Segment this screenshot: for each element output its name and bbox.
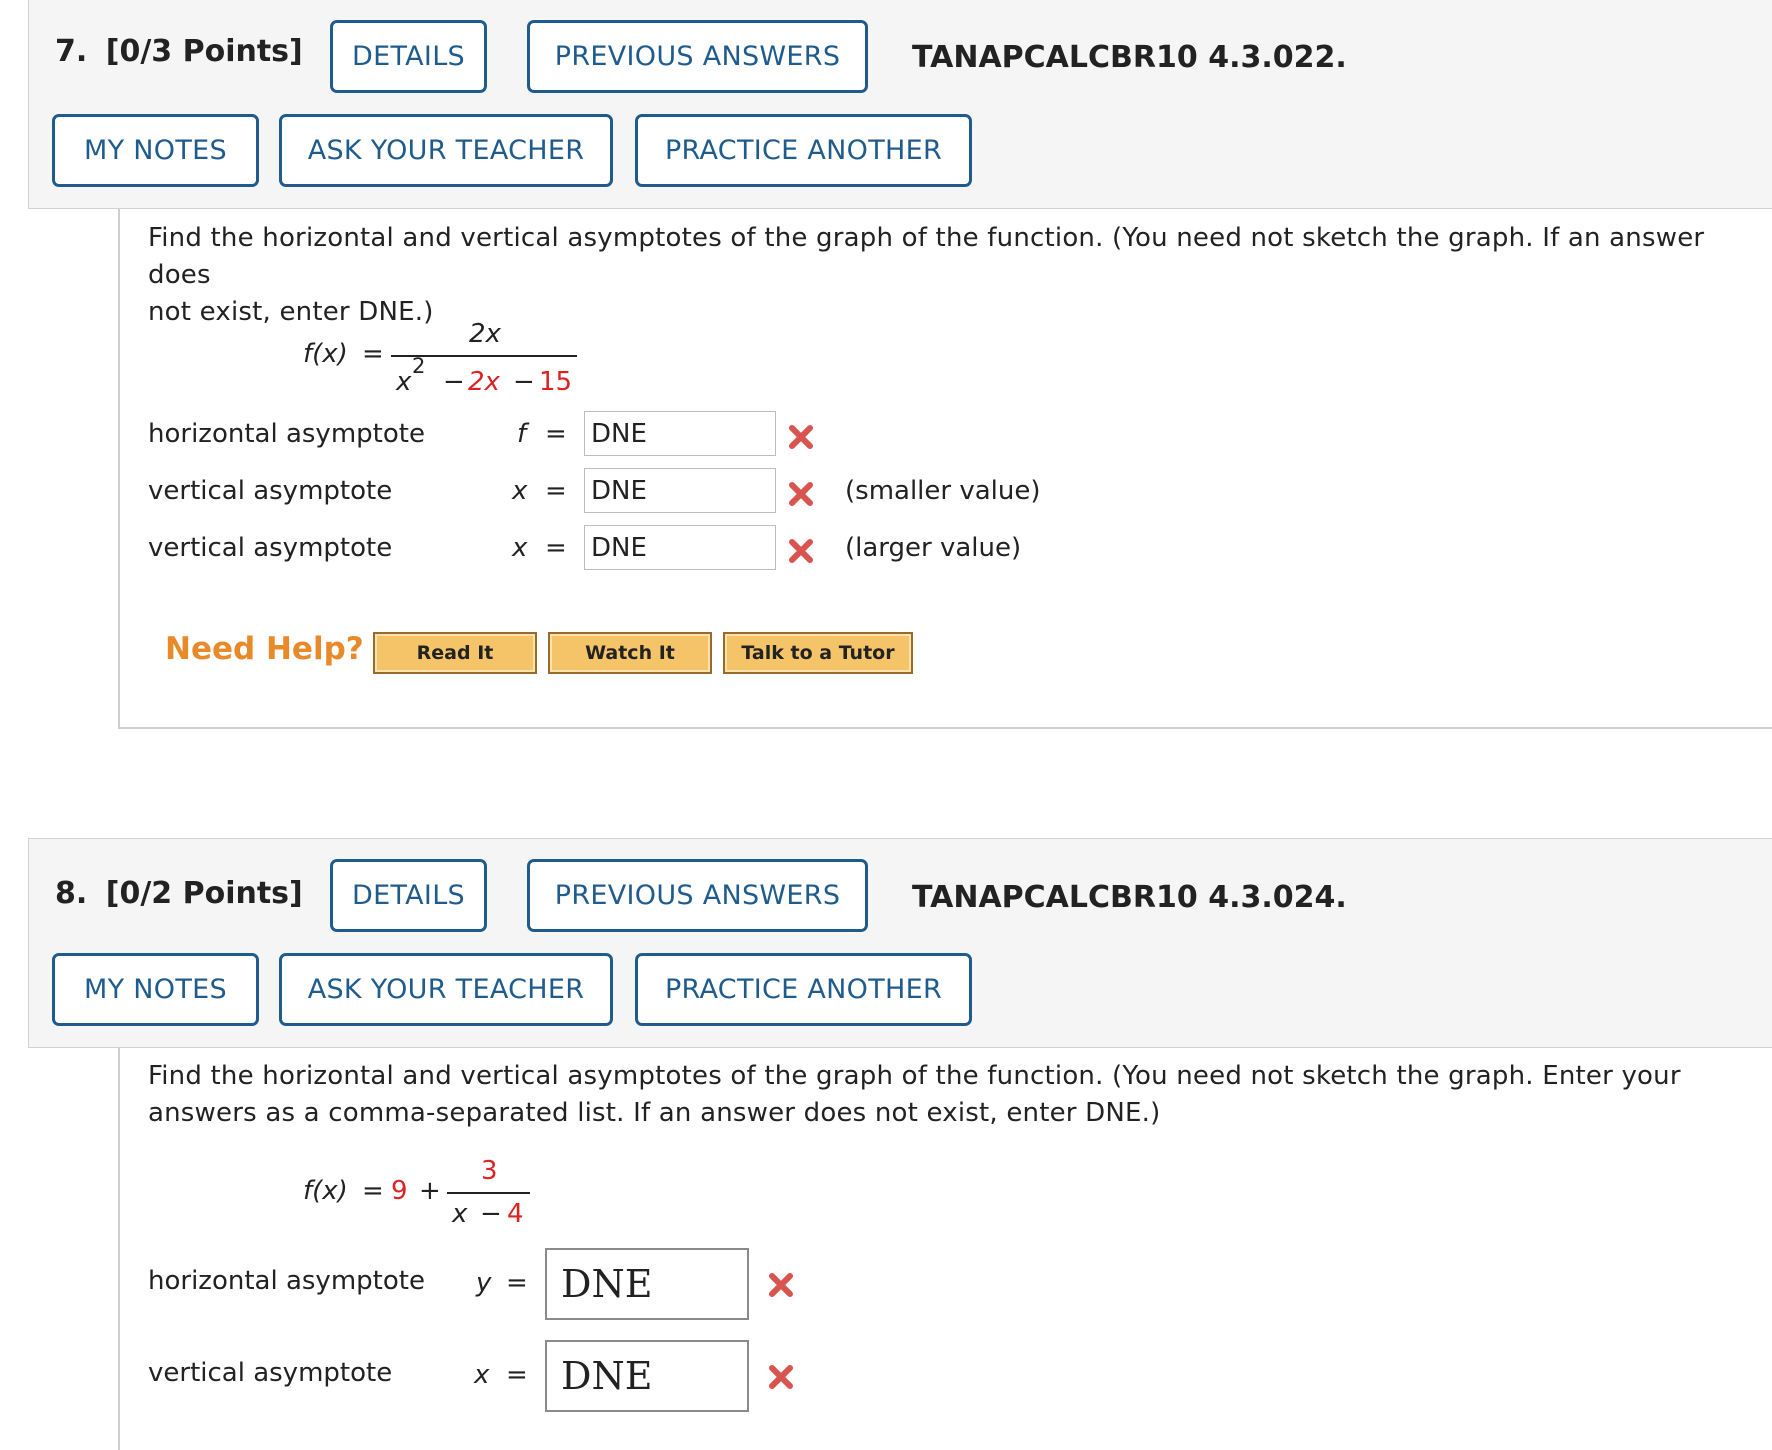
watch-it-button[interactable]: Watch It	[548, 632, 712, 674]
x-mark-icon	[786, 422, 816, 452]
q7-prompt-line1: Find the horizontal and vertical asympto…	[148, 223, 1705, 290]
q8-details-button[interactable]: DETAILS	[330, 859, 487, 932]
q8-den-minus: −	[480, 1199, 502, 1229]
q7-row1-eq: =	[545, 419, 567, 449]
q7-horizontal-asymptote-input[interactable]: DNE	[584, 411, 776, 456]
q7-den-const: 15	[539, 367, 573, 397]
q7-vertical-asymptote-larger-input[interactable]: DNE	[584, 525, 776, 570]
q8-row2-eq: =	[506, 1360, 528, 1390]
q7-problem-id: TANAPCALCBR10 4.3.022.	[912, 40, 1347, 75]
q8-fraction-bar	[447, 1192, 530, 1194]
q8-title: 8. [0/2 Points]	[55, 876, 303, 911]
q7-den-minus2: −	[513, 367, 535, 397]
q8-prompt-line1: Find the horizontal and vertical asympto…	[148, 1061, 1681, 1091]
q8-header: 8. [0/2 Points] DETAILS PREVIOUS ANSWERS…	[28, 838, 1772, 1048]
x-mark-icon	[766, 1362, 796, 1392]
q7-prompt: Find the horizontal and vertical asympto…	[148, 220, 1772, 331]
q7-den-exp: 2	[412, 354, 426, 378]
q7-my-notes-button[interactable]: MY NOTES	[52, 114, 259, 187]
q7-row1-var: f	[517, 419, 527, 449]
q8-practice-another-button[interactable]: PRACTICE ANOTHER	[635, 953, 972, 1026]
q7-function-lhs: f(x)	[303, 339, 348, 369]
q8-den-x: x	[452, 1199, 468, 1229]
q7-header: 7. [0/3 Points] DETAILS PREVIOUS ANSWERS…	[28, 0, 1772, 209]
q7-den-x: x	[396, 367, 412, 397]
q7-row2-var: x	[512, 476, 528, 506]
q8-row1-eq: =	[506, 1268, 528, 1298]
q7-function-equals: =	[362, 339, 384, 369]
q8-points: [0/2 Points]	[105, 876, 303, 911]
q7-title: 7. [0/3 Points]	[55, 34, 303, 69]
q8-function-equals: =	[362, 1176, 384, 1206]
q8-numerator: 3	[481, 1156, 498, 1186]
q7-row3-note: (larger value)	[845, 533, 1022, 563]
q7-numerator: 2x	[469, 319, 501, 349]
q8-number: 8.	[55, 876, 88, 911]
q7-row1-label: horizontal asymptote	[148, 419, 425, 449]
q8-ask-teacher-button[interactable]: ASK YOUR TEACHER	[279, 953, 613, 1026]
x-mark-icon	[786, 536, 816, 566]
q7-points: [0/3 Points]	[105, 34, 303, 69]
q7-number: 7.	[55, 34, 88, 69]
q7-row3-eq: =	[545, 533, 567, 563]
x-mark-icon	[786, 479, 816, 509]
q8-prompt-line2: answers as a comma-separated list. If an…	[148, 1098, 1161, 1128]
q8-function-lhs: f(x)	[303, 1176, 348, 1206]
q7-ask-teacher-button[interactable]: ASK YOUR TEACHER	[279, 114, 613, 187]
q7-details-button[interactable]: DETAILS	[330, 20, 487, 93]
q8-row1-var: y	[476, 1268, 492, 1298]
q7-row2-note: (smaller value)	[845, 476, 1041, 506]
q7-row3-label: vertical asymptote	[148, 533, 393, 563]
q7-prompt-line2: not exist, enter DNE.)	[148, 297, 434, 327]
q7-row2-label: vertical asymptote	[148, 476, 393, 506]
q8-den-const: 4	[507, 1199, 524, 1229]
q8-my-notes-button[interactable]: MY NOTES	[52, 953, 259, 1026]
q8-row1-label: horizontal asymptote	[148, 1266, 425, 1296]
read-it-button[interactable]: Read It	[373, 632, 537, 674]
q8-problem-id: TANAPCALCBR10 4.3.024.	[912, 880, 1347, 915]
q8-prompt: Find the horizontal and vertical asympto…	[148, 1058, 1681, 1132]
q7-practice-another-button[interactable]: PRACTICE ANOTHER	[635, 114, 972, 187]
q8-function-plus: +	[419, 1176, 441, 1206]
q7-vertical-asymptote-smaller-input[interactable]: DNE	[584, 468, 776, 513]
q7-previous-answers-button[interactable]: PREVIOUS ANSWERS	[527, 20, 868, 93]
q7-row2-eq: =	[545, 476, 567, 506]
q8-row2-label: vertical asymptote	[148, 1358, 393, 1388]
x-mark-icon	[766, 1270, 796, 1300]
q7-den-coef: 2x	[468, 367, 500, 397]
q8-function-const: 9	[391, 1176, 408, 1206]
talk-to-tutor-button[interactable]: Talk to a Tutor	[723, 632, 913, 674]
q8-vertical-asymptote-input[interactable]: DNE	[545, 1340, 749, 1412]
q7-row3-var: x	[512, 533, 528, 563]
q8-horizontal-asymptote-input[interactable]: DNE	[545, 1248, 749, 1320]
need-help-label: Need Help?	[165, 631, 364, 667]
q8-previous-answers-button[interactable]: PREVIOUS ANSWERS	[527, 859, 868, 932]
q7-den-minus1: −	[443, 367, 465, 397]
q8-row2-var: x	[474, 1360, 490, 1390]
